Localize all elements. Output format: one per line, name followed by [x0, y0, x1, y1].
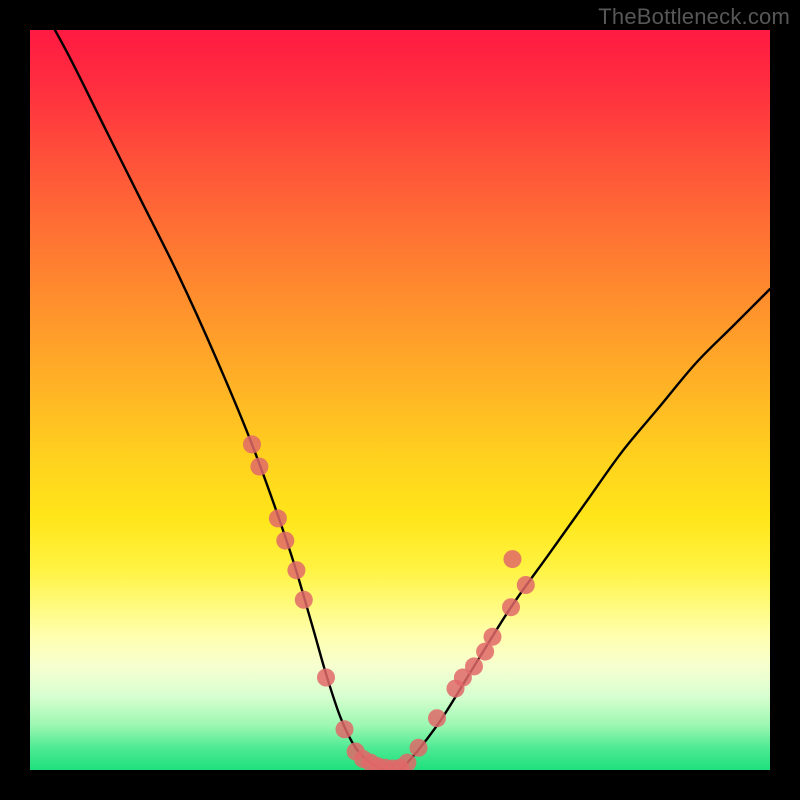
highlight-dot	[410, 739, 428, 757]
highlight-dot	[517, 576, 535, 594]
bottleneck-curve-line	[30, 30, 770, 770]
highlight-dot	[287, 561, 305, 579]
chart-frame	[30, 30, 770, 770]
highlight-dot	[465, 657, 483, 675]
watermark-text: TheBottleneck.com	[598, 4, 790, 30]
highlight-dot	[503, 550, 521, 568]
highlight-dot	[250, 458, 268, 476]
highlight-dot	[295, 591, 313, 609]
highlight-dot	[276, 532, 294, 550]
highlight-dots-group	[243, 435, 535, 770]
highlight-dot	[502, 598, 520, 616]
highlight-dot	[428, 709, 446, 727]
highlight-dot	[317, 669, 335, 687]
highlight-dot	[243, 435, 261, 453]
chart-overlay	[30, 30, 770, 770]
highlight-dot	[484, 628, 502, 646]
highlight-dot	[336, 720, 354, 738]
chart-stage: TheBottleneck.com	[0, 0, 800, 800]
highlight-dot	[269, 509, 287, 527]
